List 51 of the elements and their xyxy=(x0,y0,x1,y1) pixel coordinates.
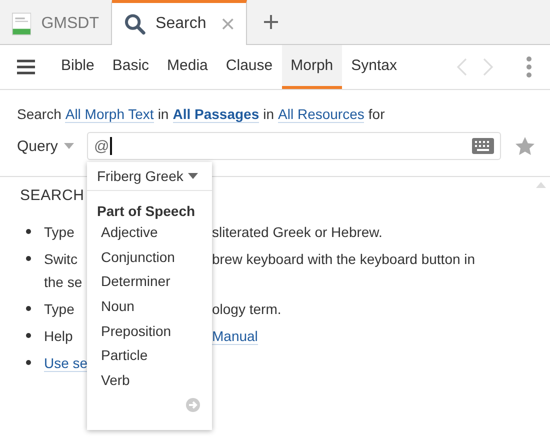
search-type-tab[interactable]: Media xyxy=(158,45,217,89)
add-tab-icon[interactable] xyxy=(263,14,279,30)
scroll-up-icon[interactable] xyxy=(536,182,546,188)
scope-text: Search xyxy=(17,106,62,123)
scope-link[interactable]: All Morph Text xyxy=(65,106,154,123)
suggestion-item[interactable]: Adjective xyxy=(87,221,212,246)
menu-icon[interactable] xyxy=(16,59,36,75)
scope-text: in xyxy=(158,106,169,123)
search-type-tab[interactable]: Morph xyxy=(282,45,342,89)
bullet-icon xyxy=(26,256,31,261)
search-icon xyxy=(124,13,146,35)
document-tab[interactable]: Search xyxy=(112,0,247,45)
search-type-tab[interactable]: Clause xyxy=(216,45,282,89)
lexicon-dropdown[interactable]: Friberg Greek xyxy=(87,162,212,191)
help-text: sliterated Greek or Hebrew. xyxy=(212,224,382,240)
suggestion-item[interactable]: Particle xyxy=(87,344,212,370)
arrow-right-icon[interactable] xyxy=(186,398,200,412)
help-text: brew keyboard with the keyboard button in xyxy=(212,250,476,266)
suggestion-item[interactable]: Conjunction xyxy=(87,246,212,270)
suggestion-item[interactable]: Determiner xyxy=(87,270,212,296)
suggestion-item[interactable]: Verb xyxy=(87,369,212,394)
help-text: Switc xyxy=(44,250,78,266)
search-type-tab[interactable]: Syntax xyxy=(342,45,406,89)
chevron-left-icon[interactable] xyxy=(456,57,468,77)
caret-icon[interactable] xyxy=(188,173,198,179)
help-text: ology term. xyxy=(212,300,282,316)
scope-text: in xyxy=(263,106,274,123)
help-text: Help xyxy=(44,328,73,344)
bullet-icon xyxy=(26,229,31,234)
help-text: Type xyxy=(44,300,74,316)
bullet-icon xyxy=(26,333,31,338)
query-field[interactable]: @ xyxy=(87,132,501,160)
search-type-tab[interactable]: Basic xyxy=(103,45,158,89)
query-type-dropdown[interactable]: Query xyxy=(17,138,87,154)
star-icon[interactable] xyxy=(515,136,535,156)
help-text: the se xyxy=(44,274,82,290)
scope-link[interactable]: All Resources xyxy=(278,106,364,123)
suggestion-item[interactable]: Preposition xyxy=(87,320,212,344)
help-text: Type xyxy=(44,224,74,240)
chevron-right-icon[interactable] xyxy=(482,57,494,77)
bullet-icon xyxy=(26,306,31,311)
bullet-icon xyxy=(26,360,31,365)
scope-link[interactable]: All Passages xyxy=(172,106,260,123)
close-icon[interactable] xyxy=(222,18,234,30)
suggestion-heading: Part of Speech xyxy=(96,202,196,221)
keyboard-icon[interactable] xyxy=(472,138,494,154)
suggestion-item[interactable]: Noun xyxy=(87,295,212,320)
scope-text: for xyxy=(368,106,385,123)
more-icon[interactable] xyxy=(526,56,532,78)
help-heading: SEARCH xyxy=(20,187,86,204)
search-type-tab[interactable]: Bible xyxy=(52,45,104,89)
